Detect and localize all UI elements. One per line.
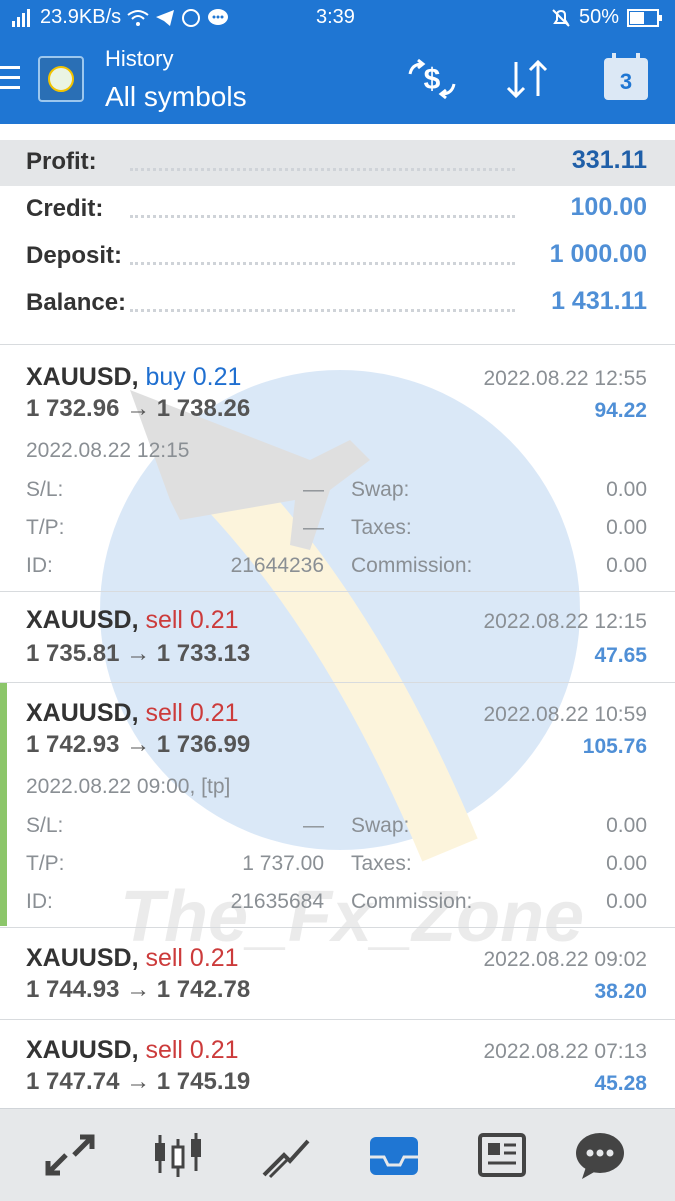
- sl-value: —: [303, 478, 324, 501]
- id-value: 21644236: [230, 554, 324, 577]
- tp-label: T/P:: [26, 852, 65, 875]
- trade-side: sell 0.21: [145, 606, 239, 634]
- swap-label: Swap:: [351, 814, 410, 837]
- trade-symbol: XAUUSD, sell 0.21: [26, 699, 239, 727]
- bottom-nav: [0, 1108, 675, 1201]
- calendar-icon[interactable]: 3: [604, 53, 648, 100]
- chart-icon[interactable]: [150, 1127, 206, 1183]
- credit-row: Credit: 100.00: [0, 187, 675, 233]
- trade-open-date: 2022.08.22 12:15: [26, 439, 190, 462]
- trade-item[interactable]: XAUUSD, sell 0.21 2022.08.22 10:59 1 742…: [0, 683, 675, 926]
- whatsapp-icon: [182, 8, 201, 27]
- menu-icon[interactable]: [0, 66, 20, 92]
- battery-percent: 50%: [578, 6, 619, 28]
- trade-prices: 1 747.74 → 1 745.19: [26, 1068, 251, 1095]
- tp-value: 1 737.00: [242, 852, 324, 875]
- news-icon[interactable]: [474, 1127, 530, 1183]
- credit-value: 100.00: [570, 193, 647, 221]
- history-icon[interactable]: [366, 1127, 422, 1183]
- balance-value: 1 431.11: [551, 287, 647, 315]
- commission-label: Commission:: [351, 890, 473, 913]
- currency-exchange-icon[interactable]: $: [404, 56, 460, 102]
- deposit-row: Deposit: 1 000.00: [0, 234, 675, 280]
- trade-open-date: 2022.08.22 09:00, [tp]: [26, 775, 231, 798]
- app-logo: [38, 56, 84, 102]
- trade-side: sell 0.21: [145, 944, 239, 972]
- trade-prices: 1 742.93 → 1 736.99: [26, 731, 251, 758]
- quotes-icon[interactable]: [42, 1127, 98, 1183]
- trade-item[interactable]: XAUUSD, sell 0.21 2022.08.22 09:02 1 744…: [0, 928, 675, 1018]
- signal-icon: [12, 8, 30, 27]
- profit-value: 331.11: [571, 146, 647, 174]
- page-title: History: [105, 46, 174, 71]
- sl-label: S/L:: [26, 478, 64, 501]
- swap-value: 0.00: [606, 478, 647, 501]
- trade-item[interactable]: XAUUSD, sell 0.21 2022.08.22 07:13 1 747…: [0, 1020, 675, 1108]
- commission-label: Commission:: [351, 554, 473, 577]
- trade-profit: 38.20: [594, 980, 647, 1003]
- swap-value: 0.00: [606, 814, 647, 837]
- trade-close-date: 2022.08.22 12:55: [483, 367, 648, 390]
- swap-label: Swap:: [351, 478, 410, 501]
- trade-symbol: XAUUSD, buy 0.21: [26, 363, 242, 391]
- chat-icon[interactable]: [572, 1127, 628, 1183]
- trade-profit: 45.28: [594, 1072, 647, 1095]
- credit-label: Credit:: [26, 195, 104, 222]
- trade-prices: 1 732.96 → 1 738.26: [26, 395, 251, 422]
- profit-row: Profit: 331.11: [0, 140, 675, 186]
- taxes-value: 0.00: [606, 516, 647, 539]
- telegram-icon: [156, 9, 175, 26]
- trade-symbol: XAUUSD, sell 0.21: [26, 606, 239, 634]
- taxes-value: 0.00: [606, 852, 647, 875]
- deposit-label: Deposit:: [26, 242, 122, 269]
- app-bar: History All symbols $ 3: [0, 36, 675, 124]
- account-summary: Profit: 331.11 Credit: 100.00 Deposit: 1…: [0, 140, 675, 345]
- svg-text:$: $: [424, 63, 441, 96]
- trade-item[interactable]: XAUUSD, sell 0.21 2022.08.22 12:15 1 735…: [0, 592, 675, 682]
- trade-symbol: XAUUSD, sell 0.21: [26, 1036, 239, 1064]
- sort-icon[interactable]: [502, 56, 554, 102]
- message-icon: [208, 8, 229, 25]
- taxes-label: Taxes:: [351, 852, 412, 875]
- trade-item[interactable]: XAUUSD, buy 0.21 2022.08.22 12:55 1 732.…: [0, 345, 675, 590]
- trade-close-date: 2022.08.22 09:02: [483, 948, 648, 971]
- trade-icon[interactable]: [258, 1127, 314, 1183]
- profit-label: Profit:: [26, 148, 97, 175]
- id-label: ID:: [26, 890, 53, 913]
- calendar-day: 3: [619, 69, 633, 94]
- wifi-icon: [127, 9, 149, 26]
- trade-close-date: 2022.08.22 07:13: [483, 1040, 648, 1063]
- id-label: ID:: [26, 554, 53, 577]
- trade-close-date: 2022.08.22 10:59: [483, 703, 648, 726]
- symbol-filter[interactable]: All symbols: [105, 81, 247, 113]
- trade-close-date: 2022.08.22 12:15: [483, 610, 648, 633]
- deposit-value: 1 000.00: [549, 240, 647, 268]
- mute-bell-icon: [552, 8, 570, 27]
- trade-prices: 1 735.81 → 1 733.13: [26, 640, 251, 667]
- commission-value: 0.00: [606, 890, 647, 913]
- balance-row: Balance: 1 431.11: [0, 281, 675, 327]
- clock: 3:39: [316, 6, 355, 28]
- taxes-label: Taxes:: [351, 516, 412, 539]
- balance-label: Balance:: [26, 289, 127, 316]
- trade-side: sell 0.21: [145, 1036, 239, 1064]
- sl-label: S/L:: [26, 814, 64, 837]
- trade-profit: 94.22: [594, 399, 647, 422]
- trade-profit: 105.76: [582, 735, 647, 758]
- network-speed: 23.9KB/s: [40, 6, 122, 28]
- tp-label: T/P:: [26, 516, 65, 539]
- trade-symbol: XAUUSD, sell 0.21: [26, 944, 239, 972]
- sl-value: —: [303, 814, 324, 837]
- id-value: 21635684: [230, 890, 324, 913]
- commission-value: 0.00: [606, 554, 647, 577]
- tp-value: —: [303, 516, 324, 539]
- selection-accent: [0, 683, 7, 926]
- trade-prices: 1 744.93 → 1 742.78: [26, 976, 251, 1003]
- trade-profit: 47.65: [594, 644, 647, 667]
- status-bar: 23.9KB/s 3:39 50%: [0, 0, 675, 36]
- trade-side: buy 0.21: [145, 363, 242, 391]
- battery-icon: [627, 8, 662, 27]
- trade-side: sell 0.21: [145, 699, 239, 727]
